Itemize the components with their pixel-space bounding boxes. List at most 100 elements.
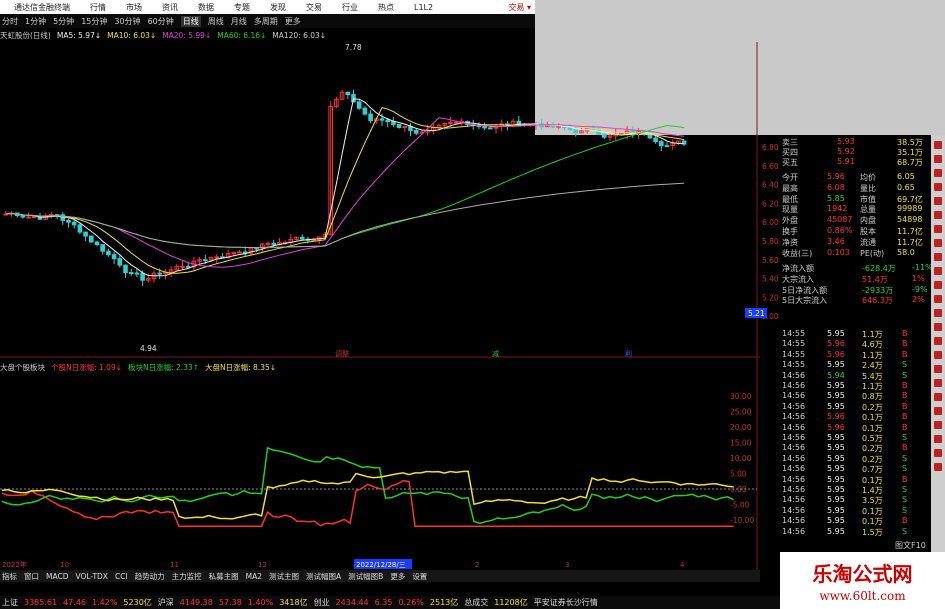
sidebar-tool-icon[interactable]: [934, 351, 942, 359]
tick-row-cell: 5.95: [827, 495, 845, 505]
event-marker[interactable]: 利: [625, 349, 632, 358]
sidebar-tool-icon[interactable]: [934, 463, 942, 471]
status-item: 11208亿: [494, 598, 528, 607]
period-tab[interactable]: 周线: [208, 16, 224, 27]
menu-item[interactable]: 专题: [234, 3, 250, 12]
menu-item[interactable]: 市场: [126, 3, 142, 12]
price-axis-label: 5.80: [762, 237, 779, 246]
indicator-tab[interactable]: 更多: [390, 571, 405, 582]
indicator-tab[interactable]: 主力监控: [172, 571, 202, 582]
stat-row-cell: 收益(三): [782, 248, 813, 258]
sidebar-tool-icon[interactable]: [934, 337, 942, 345]
trade-button[interactable]: 交易 ▾: [508, 2, 531, 13]
sidebar-tool-icon[interactable]: [934, 281, 942, 289]
tick-row-cell: B: [902, 329, 908, 338]
date-axis-label: 12: [258, 561, 267, 569]
indicator-axis-label: 25.00: [730, 408, 752, 417]
indicator-tab[interactable]: 设置: [412, 571, 427, 582]
sidebar-tool-icon[interactable]: [934, 239, 942, 247]
menu-item[interactable]: 资讯: [162, 3, 178, 12]
period-tab[interactable]: 日线: [180, 15, 201, 27]
tick-row-cell: 0.1万: [862, 475, 883, 485]
sidebar-tool-icon[interactable]: [934, 295, 942, 303]
tick-row-cell: 5.95: [827, 516, 845, 526]
sidebar-tool-icon[interactable]: [934, 449, 942, 457]
period-tab[interactable]: 月线: [231, 16, 247, 27]
quote-tab-label[interactable]: 图文F10: [895, 540, 926, 550]
indicator-tab[interactable]: CCI: [115, 572, 128, 581]
indicator-tab[interactable]: 私募主图: [209, 571, 239, 582]
order-book-row-cell: 5.92: [837, 147, 855, 156]
sidebar-tool-icon[interactable]: [934, 169, 942, 177]
stat-row-cell: 5.96: [827, 172, 845, 181]
indicator-tab[interactable]: 测试幅图A: [306, 571, 341, 582]
candle: [89, 235, 94, 243]
tick-row-cell: 5.95: [827, 381, 845, 390]
period-tab[interactable]: 分时: [2, 16, 18, 27]
event-marker[interactable]: 调整: [335, 349, 349, 358]
sidebar-tool-icon[interactable]: [934, 379, 942, 387]
menu-item[interactable]: 数据: [198, 3, 214, 12]
sidebar-tool-icon[interactable]: [934, 393, 942, 401]
stat-row-cell: 54898: [897, 215, 923, 225]
stat-row-cell: 6.05: [897, 172, 915, 181]
ma-line: [5, 182, 685, 248]
candle: [573, 129, 579, 134]
period-tab[interactable]: 60分钟: [148, 16, 174, 27]
period-tab[interactable]: 1分钟: [25, 16, 46, 27]
menu-item[interactable]: 行情: [90, 3, 106, 12]
menu-item[interactable]: 发现: [270, 3, 286, 12]
stat-row-cell: 最低: [782, 194, 798, 204]
period-tab[interactable]: 15分钟: [81, 16, 107, 27]
period-tab[interactable]: 30分钟: [114, 16, 140, 27]
indicator-tab[interactable]: MA2: [246, 572, 262, 581]
period-tab[interactable]: 多周期: [254, 16, 278, 27]
date-axis-label: 2022/12/28/三: [356, 561, 406, 569]
sidebar-tool-icon[interactable]: [934, 141, 942, 149]
menu-item[interactable]: 行业: [342, 3, 358, 12]
sidebar-tool-icon[interactable]: [934, 421, 942, 429]
sidebar-tool-icon[interactable]: [934, 323, 942, 331]
indicator-tab[interactable]: 指标: [2, 571, 17, 582]
indicator-tab[interactable]: MACD: [46, 572, 68, 581]
menu-item[interactable]: 热点: [378, 3, 394, 12]
right-sidebar[interactable]: [931, 135, 945, 585]
kline-chart[interactable]: 6.80 6.60 6.40 6.20 6.00 5.80 5.60 5.40 5.20 5.00…: [0, 42, 780, 572]
order-book-row-cell: 68.7万: [897, 158, 923, 167]
indicator-tab[interactable]: 趋势动力: [135, 571, 165, 582]
tick-row-cell: 14:56: [782, 526, 806, 536]
indicator-tab[interactable]: VOL-TDX: [75, 572, 107, 581]
candle: [203, 259, 208, 262]
main-menu: 行情 市场 资讯 数据 专题 发现 交易 行业 热点 L1L2: [70, 2, 433, 13]
price-axis-label: 5.60: [762, 256, 779, 265]
sidebar-tool-icon[interactable]: [934, 183, 942, 191]
event-marker[interactable]: 减: [492, 349, 499, 358]
sidebar-tool-icon[interactable]: [934, 407, 942, 415]
period-tab[interactable]: 5分钟: [53, 16, 74, 27]
menu-item[interactable]: L1L2: [414, 3, 433, 12]
indicator-tab[interactable]: 测试幅图B: [348, 571, 383, 582]
tick-row-cell: 0.8万: [862, 392, 883, 402]
flow-row-cell: 5日大宗流入: [782, 296, 828, 306]
sidebar-tool-icon[interactable]: [934, 211, 942, 219]
tick-row-cell: 14:55: [782, 360, 806, 370]
tick-row-cell: 5.95: [827, 391, 845, 401]
period-tab[interactable]: 更多: [285, 16, 301, 27]
tick-row-cell: 14:56: [782, 433, 806, 442]
sidebar-tool-icon[interactable]: [934, 197, 942, 205]
indicator-tab[interactable]: 窗口: [24, 571, 39, 582]
sidebar-tool-icon[interactable]: [934, 155, 942, 163]
indicator-tab[interactable]: 测试主图: [269, 571, 299, 582]
sidebar-tool-icon[interactable]: [934, 365, 942, 373]
candle: [413, 129, 419, 134]
candle: [66, 219, 71, 223]
stat-row-cell: 0.65: [897, 182, 915, 192]
sidebar-tool-icon[interactable]: [934, 309, 942, 317]
candle: [83, 231, 88, 237]
sidebar-tool-icon[interactable]: [934, 267, 942, 275]
candle: [71, 221, 77, 226]
menu-item[interactable]: 交易: [306, 3, 322, 12]
sidebar-tool-icon[interactable]: [934, 253, 942, 261]
sidebar-tool-icon[interactable]: [934, 225, 942, 233]
sidebar-tool-icon[interactable]: [934, 435, 942, 443]
